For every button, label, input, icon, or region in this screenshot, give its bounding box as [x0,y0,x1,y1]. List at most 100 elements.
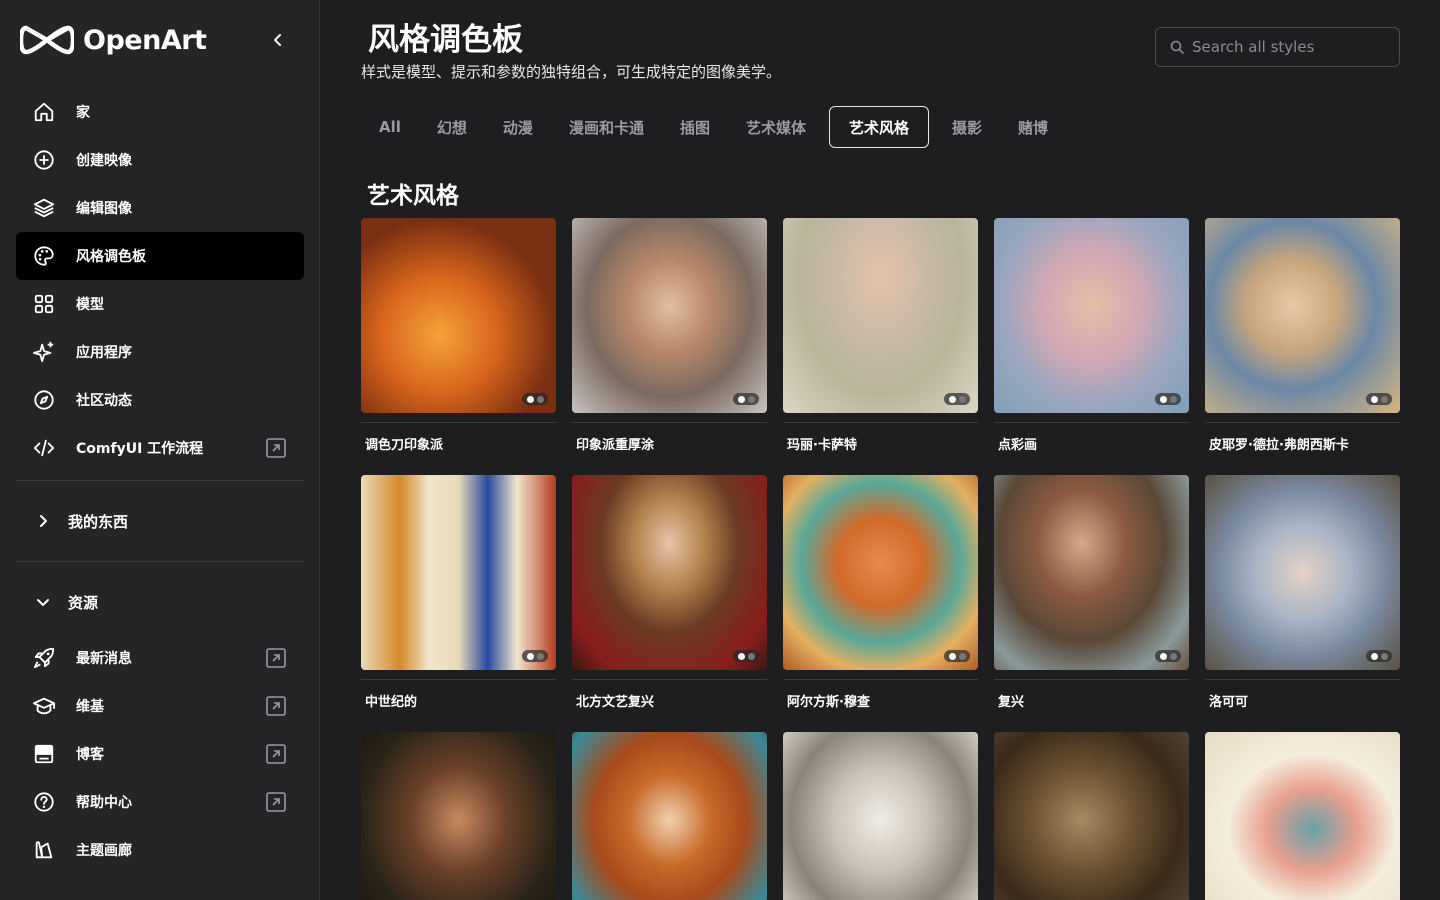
card-divider [1205,422,1400,423]
page-subtitle: 样式是模型、提示和参数的独特组合，可生成特定的图像美学。 [361,63,782,81]
sidebar-item-label: 应用程序 [76,345,132,361]
style-card[interactable] [361,732,556,900]
sidebar: OpenArt 家 创建映像 编辑图像 风格调色板 模型 应用程序 社区动态 C… [0,0,320,900]
tab-photography[interactable]: 摄影 [939,106,995,148]
style-thumbnail [994,732,1189,900]
style-card[interactable]: 洛可可 [1205,475,1400,710]
category-tabs: All 幻想 动漫 漫画和卡通 插图 艺术媒体 艺术风格 摄影 赌博 [366,106,1071,148]
carousel-dots [733,650,759,662]
style-name: 洛可可 [1209,695,1249,710]
sidebar-item-label: 博客 [76,747,104,763]
style-name: 北方文艺复兴 [576,695,655,710]
resources-toggle[interactable]: 资源 [16,582,304,622]
tab-art-style[interactable]: 艺术风格 [828,106,929,148]
layers-icon [32,196,56,220]
style-card[interactable]: 皮耶罗·德拉·弗朗西斯卡 [1205,218,1400,453]
style-card[interactable]: 中世纪的 [361,475,556,710]
style-card[interactable]: 北方文艺复兴 [572,475,767,710]
style-thumbnail [783,218,978,413]
style-card[interactable]: 复兴 [994,475,1189,710]
style-name: 玛丽·卡萨特 [787,438,857,453]
carousel-dots [522,650,548,662]
style-name: 皮耶罗·德拉·弗朗西斯卡 [1209,438,1349,453]
carousel-dots [522,393,548,405]
sidebar-item-theme-gallery[interactable]: 主题画廊 [16,826,304,874]
external-link-icon [266,438,286,458]
brand[interactable]: OpenArt [20,22,207,58]
style-card[interactable] [572,732,767,900]
sidebar-item-label: 主题画廊 [76,843,132,859]
card-divider [1205,679,1400,680]
main-content: 风格调色板 样式是模型、提示和参数的独特组合，可生成特定的图像美学。 All 幻… [320,0,1440,900]
sidebar-item-help-center[interactable]: 帮助中心 [16,778,304,826]
style-card[interactable]: 阿尔方斯·穆查 [783,475,978,710]
resources-label: 资源 [68,593,99,612]
style-card[interactable] [994,732,1189,900]
sidebar-item-create-image[interactable]: 创建映像 [16,136,304,184]
style-thumbnail [1205,732,1400,900]
sidebar-item-label: ComfyUI 工作流程 [76,441,204,457]
tab-comics-cartoon[interactable]: 漫画和卡通 [556,106,657,148]
carousel-dots [944,393,970,405]
chevron-right-icon [32,510,54,532]
search-box[interactable] [1155,27,1400,67]
style-thumbnail [572,218,767,413]
resources-nav: 最新消息 维基 博客 帮助中心 主题画廊 [16,634,304,874]
style-thumbnail [783,732,978,900]
carousel-dots [1155,650,1181,662]
sidebar-item-edit-image[interactable]: 编辑图像 [16,184,304,232]
tab-illustration[interactable]: 插图 [667,106,723,148]
sidebar-item-label: 社区动态 [76,393,132,409]
search-input[interactable] [1192,38,1382,56]
style-name: 点彩画 [998,438,1038,453]
palette-icon [32,244,56,268]
external-link-icon [266,792,286,812]
sidebar-item-label: 最新消息 [76,651,132,667]
sidebar-item-style-palette[interactable]: 风格调色板 [16,232,304,280]
sidebar-item-label: 维基 [76,699,104,715]
sidebar-item-label: 家 [76,105,90,121]
rocket-icon [32,646,56,670]
tab-all[interactable]: All [366,106,414,148]
card-divider [994,422,1189,423]
card-divider [783,422,978,423]
tab-fantasy[interactable]: 幻想 [424,106,480,148]
sidebar-item-home[interactable]: 家 [16,88,304,136]
sidebar-item-blog[interactable]: 博客 [16,730,304,778]
style-card[interactable] [1205,732,1400,900]
help-circle-icon [32,790,56,814]
tab-anime[interactable]: 动漫 [490,106,546,148]
search-icon [1170,40,1184,54]
sidebar-item-label: 模型 [76,297,104,313]
style-card[interactable]: 点彩画 [994,218,1189,453]
sidebar-item-community-feed[interactable]: 社区动态 [16,376,304,424]
style-card[interactable] [783,732,978,900]
style-name: 阿尔方斯·穆查 [787,695,870,710]
code-icon [32,436,56,460]
page-title: 风格调色板 [368,22,523,58]
style-thumbnail [783,475,978,670]
home-icon [32,100,56,124]
card-divider [572,422,767,423]
sidebar-item-whats-new[interactable]: 最新消息 [16,634,304,682]
style-thumbnail [994,218,1189,413]
my-stuff-toggle[interactable]: 我的东西 [16,501,304,541]
style-card[interactable]: 调色刀印象派 [361,218,556,453]
sidebar-item-wiki[interactable]: 维基 [16,682,304,730]
sidebar-item-comfyui-workflows[interactable]: ComfyUI 工作流程 [16,424,304,472]
style-thumbnail [1205,218,1400,413]
tab-gambling[interactable]: 赌博 [1005,106,1061,148]
tab-art-medium[interactable]: 艺术媒体 [733,106,819,148]
external-link-icon [266,648,286,668]
sidebar-item-models[interactable]: 模型 [16,280,304,328]
sidebar-item-apps[interactable]: 应用程序 [16,328,304,376]
collapse-sidebar-button[interactable] [266,28,290,52]
style-name: 复兴 [998,695,1025,710]
sparkle-icon [32,340,56,364]
style-thumbnail [994,475,1189,670]
style-thumbnail [361,218,556,413]
section-title: 艺术风格 [367,183,459,209]
card-divider [994,679,1189,680]
style-card[interactable]: 玛丽·卡萨特 [783,218,978,453]
style-card[interactable]: 印象派重厚涂 [572,218,767,453]
